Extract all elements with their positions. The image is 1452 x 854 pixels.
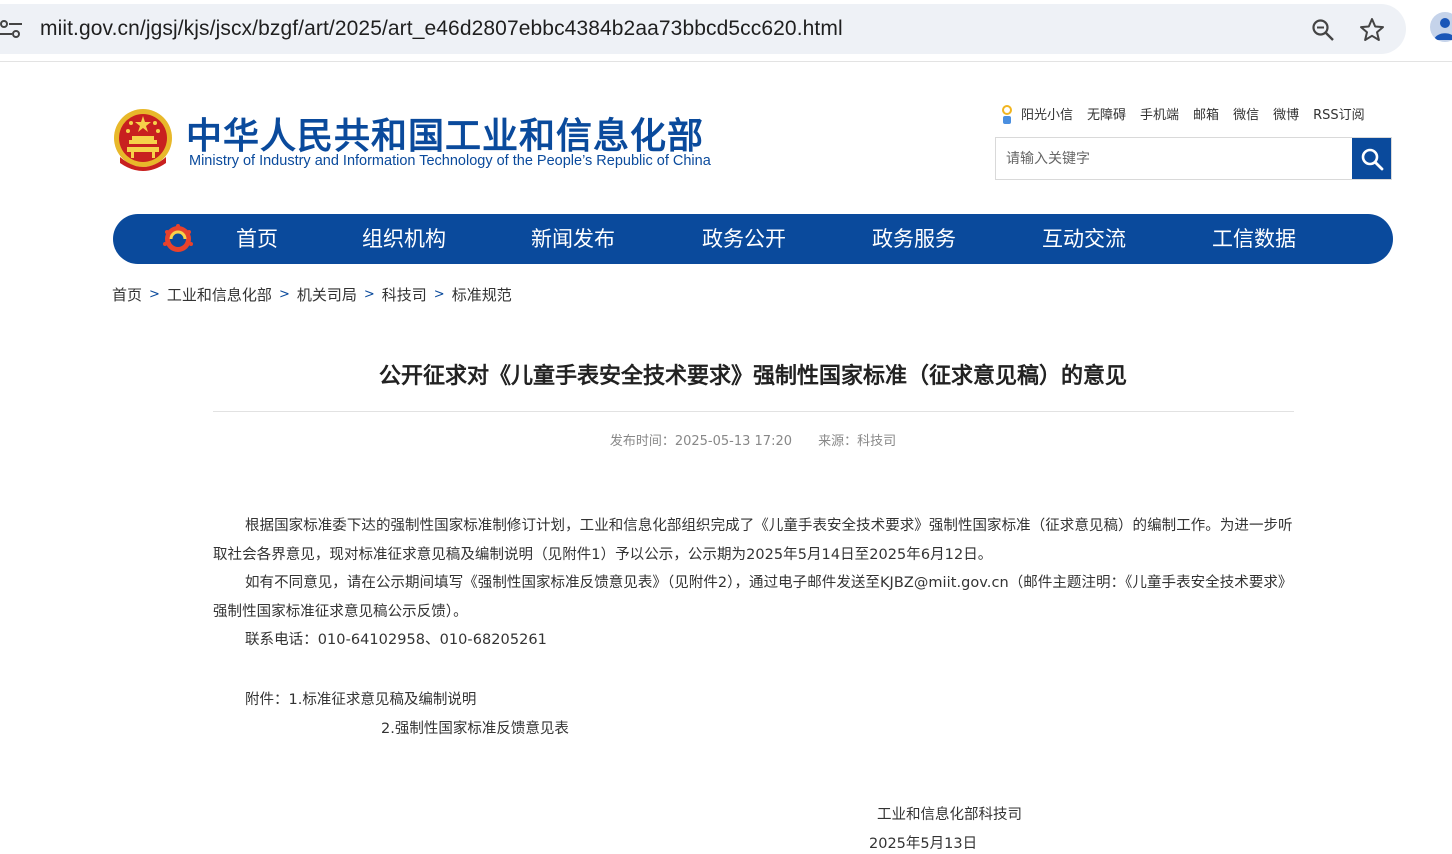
site-info-icon[interactable] [0,18,22,40]
top-link-sunshine[interactable]: 阳光小信 [1021,104,1073,123]
article-paragraph: 如有不同意见，请在公示期间填写《强制性国家标准反馈意见表》（见附件2），通过电子… [213,575,1293,620]
breadcrumb-ministry[interactable]: 工业和信息化部 [167,284,272,305]
signature: 工业和信息化部科技司 [877,807,1022,823]
breadcrumb-separator: > [433,287,445,302]
top-link-weibo[interactable]: 微博 [1273,104,1299,123]
profile-avatar-icon[interactable] [1430,12,1452,42]
bookmark-star-icon[interactable] [1359,17,1385,43]
top-link-wechat[interactable]: 微信 [1233,104,1259,123]
breadcrumb: 首页 > 工业和信息化部 > 机关司局 > 科技司 > 标准规范 [112,284,512,305]
address-bar[interactable]: miit.gov.cn/jgsj/kjs/jscx/bzgf/art/2025/… [0,4,1406,54]
national-emblem-icon [114,109,172,171]
nav-government-affairs[interactable]: 政务公开 [702,214,786,264]
search-button[interactable] [1352,138,1391,179]
top-links: 阳光小信 无障碍 手机端 邮箱 微信 微博 RSS订阅 [998,101,1365,125]
miit-logo-icon[interactable] [161,222,195,256]
breadcrumb-separator: > [149,287,160,302]
breadcrumb-separator: > [363,287,375,302]
search-box [995,137,1392,180]
nav-government-services[interactable]: 政务服务 [872,214,956,264]
nav-interaction[interactable]: 互动交流 [1042,214,1126,264]
breadcrumb-home[interactable]: 首页 [112,284,142,305]
article-meta: 发布时间：2025-05-13 17:20 来源：科技司 [213,430,1293,449]
search-icon [1361,148,1383,170]
breadcrumb-science-tech[interactable]: 科技司 [382,284,427,305]
article-body: 根据国家标准委下达的强制性国家标准制修订计划，工业和信息化部组织完成了《儿童手表… [213,512,1295,655]
top-link-mail[interactable]: 邮箱 [1193,104,1219,123]
nav-organization[interactable]: 组织机构 [362,214,446,264]
title-divider [213,411,1294,412]
breadcrumb-departments[interactable]: 机关司局 [297,284,357,305]
attachment-link-1[interactable]: 附件：1.标准征求意见稿及编制说明 [245,688,476,709]
breadcrumb-standards[interactable]: 标准规范 [452,284,512,305]
nav-news[interactable]: 新闻发布 [531,214,615,264]
url-text[interactable]: miit.gov.cn/jgsj/kjs/jscx/bzgf/art/2025/… [40,17,843,41]
top-link-mobile[interactable]: 手机端 [1140,104,1179,123]
article-title: 公开征求对《儿童手表安全技术要求》强制性国家标准（征求意见稿）的意见 [378,364,1127,389]
breadcrumb-separator: > [278,287,290,302]
sunshine-assistant-icon[interactable] [998,101,1016,125]
contact-phone: 联系电话：010-64102958、010-68205261 [245,632,547,648]
main-nav: 首页 组织机构 新闻发布 政务公开 政务服务 互动交流 工信数据 [113,214,1393,264]
publish-time: 发布时间：2025-05-13 17:20 [609,434,792,449]
attachment-link-2[interactable]: 2.强制性国家标准反馈意见表 [381,717,569,738]
search-input[interactable] [996,138,1352,179]
article-paragraph: 根据国家标准委下达的强制性国家标准制修订计划，工业和信息化部组织完成了《儿童手表… [213,518,1293,563]
zoom-icon[interactable] [1311,18,1335,42]
article-source: 来源：科技司 [818,434,897,449]
nav-data[interactable]: 工信数据 [1212,214,1296,264]
signature-date: 2025年5月13日 [869,836,978,852]
site-title[interactable]: 中华人民共和国工业和信息化部 [186,107,704,159]
top-link-rss[interactable]: RSS订阅 [1313,104,1365,123]
site-subtitle: Ministry of Industry and Information Tec… [189,153,711,169]
browser-toolbar: miit.gov.cn/jgsj/kjs/jscx/bzgf/art/2025/… [0,0,1452,62]
top-link-accessibility[interactable]: 无障碍 [1087,104,1126,123]
nav-home[interactable]: 首页 [236,214,278,264]
